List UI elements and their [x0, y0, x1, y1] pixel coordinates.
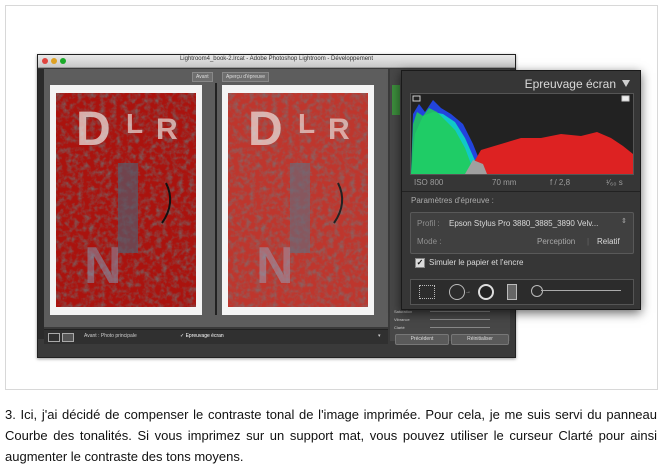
photo-before: D L R N [50, 85, 202, 315]
collapse-triangle-icon[interactable] [622, 80, 630, 87]
split-divider[interactable] [215, 83, 217, 315]
shutter-value: ¹⁄₆₀ s [606, 178, 623, 187]
slider-vibrance-label: Vibrance [394, 317, 410, 322]
graduated-filter-icon[interactable] [507, 284, 517, 300]
spot-removal-icon[interactable] [449, 284, 465, 300]
focal-value: 70 mm [492, 178, 517, 187]
toolbar: Avant : Photo principale ✓ Epreuvage écr… [44, 329, 388, 344]
histogram-edge [392, 85, 400, 115]
red-eye-icon[interactable] [478, 284, 494, 300]
window-title: Lightroom4_book-2.lrcat - Adobe Photosho… [179, 56, 374, 62]
svg-text:N: N [84, 237, 122, 295]
slider-saturation[interactable] [430, 311, 490, 312]
tab-apercu-epreuve[interactable]: Aperçu d'épreuve [222, 72, 270, 82]
histogram-info: ISO 800 70 mm f / 2,8 ¹⁄₆₀ s [410, 175, 632, 189]
iso-value: ISO 800 [414, 178, 444, 187]
loupe-view-icon[interactable] [48, 333, 60, 342]
before-label: Avant : Photo principale [84, 333, 137, 339]
before-after-icon[interactable] [62, 333, 74, 342]
softproof-toggle[interactable]: ✓ Epreuvage écran [180, 333, 224, 339]
profile-label: Profil : [417, 219, 440, 228]
svg-text:N: N [256, 237, 294, 295]
brush-slider[interactable] [541, 290, 621, 291]
photo-softproof: D L R N [222, 85, 374, 315]
title-bar: Lightroom4_book-2.lrcat - Adobe Photosho… [38, 55, 515, 68]
slider-clarte[interactable] [430, 327, 490, 328]
slider-clarte-label: Clarté [394, 325, 405, 330]
crop-icon[interactable] [419, 285, 435, 299]
caption-text: 3. Ici, j'ai décidé de compenser le cont… [5, 407, 657, 464]
histogram-graph [411, 95, 633, 174]
tab-avant[interactable]: Avant [192, 72, 213, 82]
svg-text:L: L [298, 108, 315, 139]
softproof-toggle-label: Epreuvage écran [185, 333, 224, 339]
mode-separator: | [587, 237, 590, 246]
simulate-checkbox[interactable]: ✓ [415, 258, 425, 268]
profile-select[interactable]: Epson Stylus Pro 3880_3885_3890 Velv... [449, 219, 619, 228]
before-photo-image: D L R N [56, 93, 196, 307]
aperture-value: f / 2,8 [550, 178, 571, 187]
mode-perception[interactable]: Perception [537, 237, 575, 246]
toolbar-menu-icon[interactable]: ▾ [378, 333, 381, 339]
mode-label: Mode : [417, 237, 442, 246]
tool-strip: → [410, 279, 634, 305]
arrow-icon: → [465, 289, 471, 295]
adjustment-brush-icon[interactable] [531, 285, 543, 297]
simulate-label: Simuler le papier et l'encre [429, 258, 524, 267]
divider [402, 191, 640, 192]
before-after-view: Avant Aperçu d'épreuve D L R N D L R N [44, 69, 388, 327]
svg-text:D: D [76, 103, 111, 156]
panel-title: Epreuvage écran [524, 77, 616, 91]
slider-vibrance[interactable] [430, 319, 490, 320]
histogram [410, 93, 634, 175]
proof-settings-label: Paramètres d'épreuve : [411, 196, 494, 205]
figure-frame: Lightroom4_book-2.lrcat - Adobe Photosho… [5, 5, 658, 390]
previous-button[interactable]: Précédent [395, 334, 449, 345]
svg-text:R: R [328, 113, 350, 146]
softproof-panel: Epreuvage écran ISO 800 70 mm f / 2,8 ¹⁄… [401, 70, 641, 310]
svg-text:R: R [156, 113, 178, 146]
mode-relatif[interactable]: Relatif [597, 237, 620, 246]
softproof-photo-image: D L R N [228, 93, 368, 307]
svg-text:D: D [248, 103, 283, 156]
reset-button[interactable]: Réinitialiser [451, 334, 509, 345]
svg-text:L: L [126, 108, 143, 139]
select-arrows-icon[interactable]: ⇕ [621, 217, 627, 225]
proof-settings-group: Profil : Epson Stylus Pro 3880_3885_3890… [410, 212, 634, 254]
